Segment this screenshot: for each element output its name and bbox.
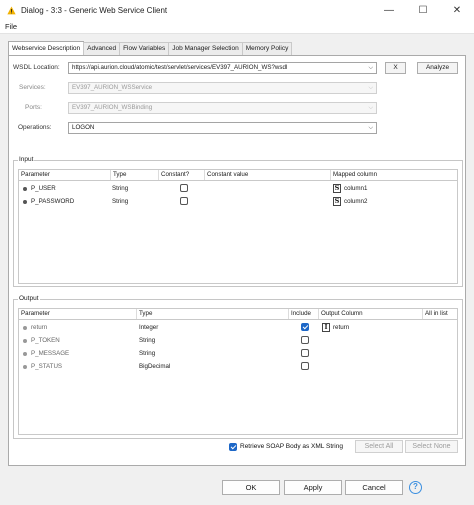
minimize-button[interactable]: — bbox=[372, 0, 406, 20]
table-row[interactable]: P_STATUS BigDecimal bbox=[19, 360, 457, 373]
window-titlebar: Dialog - 3:3 - Generic Web Service Clien… bbox=[0, 0, 474, 20]
window-title: Dialog - 3:3 - Generic Web Service Clien… bbox=[21, 5, 168, 15]
include-checkbox[interactable] bbox=[301, 336, 309, 344]
column-header-type[interactable]: Type bbox=[111, 170, 159, 180]
table-row[interactable]: P_TOKEN String bbox=[19, 334, 457, 347]
output-group-title: Output bbox=[18, 295, 40, 303]
operations-select[interactable]: LOGON ⌵ bbox=[68, 122, 377, 134]
column-header-all-in-list[interactable]: All in list bbox=[423, 309, 459, 319]
column-header-parameter[interactable]: Parameter bbox=[19, 309, 137, 319]
column-header-constant[interactable]: Constant? bbox=[159, 170, 205, 180]
include-checkbox[interactable] bbox=[301, 362, 309, 370]
column-header-include[interactable]: Include bbox=[289, 309, 319, 319]
mapped-column-cell[interactable]: column2 bbox=[344, 195, 367, 208]
type-cell: Integer bbox=[139, 324, 159, 331]
output-group: Output Parameter Type Include Output Col… bbox=[13, 295, 463, 439]
parameter-cell: P_PASSWORD bbox=[31, 198, 75, 205]
string-type-icon: S bbox=[333, 184, 341, 193]
menu-bar: File bbox=[0, 20, 474, 34]
output-table: Parameter Type Include Output Column All… bbox=[18, 308, 458, 435]
column-header-type[interactable]: Type bbox=[137, 309, 289, 319]
ok-button[interactable]: OK bbox=[222, 480, 280, 495]
table-row[interactable]: P_MESSAGE String bbox=[19, 347, 457, 360]
operations-label: Operations: bbox=[18, 124, 52, 131]
parameter-cell: P_STATUS bbox=[31, 363, 63, 370]
table-row[interactable]: P_USER String S column1 bbox=[19, 182, 457, 195]
tab-flow-variables[interactable]: Flow Variables bbox=[119, 42, 170, 55]
include-checkbox[interactable] bbox=[301, 349, 309, 357]
tab-advanced[interactable]: Advanced bbox=[83, 42, 121, 55]
ports-select[interactable]: EV397_AURION_WSBinding ⌵ bbox=[68, 102, 377, 114]
services-label: Services: bbox=[19, 84, 46, 91]
chevron-down-icon: ⌵ bbox=[368, 105, 373, 111]
mapped-column-cell[interactable]: column1 bbox=[344, 182, 367, 195]
column-header-parameter[interactable]: Parameter bbox=[19, 170, 111, 180]
type-cell: String bbox=[112, 198, 129, 205]
table-row[interactable]: return Integer I return bbox=[19, 321, 457, 334]
operations-value: LOGON bbox=[72, 124, 95, 131]
type-cell: String bbox=[139, 350, 156, 357]
input-group-title: Input bbox=[18, 156, 35, 164]
type-cell: BigDecimal bbox=[139, 363, 171, 370]
retrieve-soap-label[interactable]: Retrieve SOAP Body as XML String bbox=[240, 443, 343, 450]
parameter-cell: return bbox=[31, 324, 48, 331]
select-all-button[interactable]: Select All bbox=[355, 440, 403, 453]
close-button[interactable]: ✕ bbox=[440, 0, 474, 20]
clear-wsdl-button[interactable]: X bbox=[385, 62, 406, 74]
integer-type-icon: I bbox=[322, 323, 330, 332]
input-table: Parameter Type Constant? Constant value … bbox=[18, 169, 458, 284]
string-type-icon: S bbox=[333, 197, 341, 206]
column-header-constant-value[interactable]: Constant value bbox=[205, 170, 331, 180]
maximize-button[interactable]: ☐ bbox=[406, 0, 440, 20]
chevron-down-icon[interactable]: ⌵ bbox=[368, 123, 373, 133]
output-table-header: Parameter Type Include Output Column All… bbox=[19, 309, 457, 320]
output-column-cell[interactable]: return bbox=[333, 321, 349, 334]
input-group: Input Parameter Type Constant? Constant … bbox=[13, 156, 463, 287]
parameter-bullet-icon bbox=[23, 352, 27, 356]
parameter-cell: P_USER bbox=[31, 185, 56, 192]
parameter-bullet-icon bbox=[23, 187, 27, 191]
tab-job-manager-selection[interactable]: Job Manager Selection bbox=[168, 42, 243, 55]
tab-bar: Webservice Description Advanced Flow Var… bbox=[8, 41, 293, 55]
menu-file[interactable]: File bbox=[5, 22, 17, 31]
parameter-bullet-icon bbox=[23, 365, 27, 369]
ports-label: Ports: bbox=[25, 104, 42, 111]
parameter-cell: P_MESSAGE bbox=[31, 350, 70, 357]
type-cell: String bbox=[139, 337, 156, 344]
parameter-bullet-icon bbox=[23, 339, 27, 343]
parameter-bullet-icon bbox=[23, 326, 27, 330]
input-table-header: Parameter Type Constant? Constant value … bbox=[19, 170, 457, 181]
services-value: EV397_AURION_WSService bbox=[72, 84, 153, 91]
tab-memory-policy[interactable]: Memory Policy bbox=[241, 42, 293, 55]
chevron-down-icon[interactable]: ⌵ bbox=[368, 63, 373, 73]
type-cell: String bbox=[112, 185, 129, 192]
table-row[interactable]: P_PASSWORD String S column2 bbox=[19, 195, 457, 208]
cancel-button[interactable]: Cancel bbox=[345, 480, 403, 495]
include-checkbox[interactable] bbox=[301, 323, 309, 331]
constant-checkbox[interactable] bbox=[180, 184, 188, 192]
chevron-down-icon: ⌵ bbox=[368, 85, 373, 91]
wsdl-location-value: https://api.aurion.cloud/atomic/test/ser… bbox=[72, 64, 288, 71]
wsdl-location-input[interactable]: https://api.aurion.cloud/atomic/test/ser… bbox=[68, 62, 377, 74]
constant-checkbox[interactable] bbox=[180, 197, 188, 205]
warning-triangle-icon bbox=[7, 5, 16, 15]
select-none-button[interactable]: Select None bbox=[405, 440, 458, 453]
column-header-output-column[interactable]: Output Column bbox=[319, 309, 423, 319]
tab-webservice-description[interactable]: Webservice Description bbox=[8, 41, 85, 55]
apply-button[interactable]: Apply bbox=[284, 480, 342, 495]
help-icon[interactable]: ? bbox=[409, 481, 422, 494]
column-header-mapped-column[interactable]: Mapped column bbox=[331, 170, 459, 180]
retrieve-soap-checkbox[interactable] bbox=[229, 443, 237, 451]
ports-value: EV397_AURION_WSBinding bbox=[72, 104, 153, 111]
tab-panel: WSDL Location: https://api.aurion.cloud/… bbox=[8, 55, 466, 466]
parameter-bullet-icon bbox=[23, 200, 27, 204]
analyze-button[interactable]: Analyze bbox=[417, 62, 458, 74]
services-select[interactable]: EV397_AURION_WSService ⌵ bbox=[68, 82, 377, 94]
wsdl-location-label: WSDL Location: bbox=[13, 64, 60, 71]
parameter-cell: P_TOKEN bbox=[31, 337, 60, 344]
